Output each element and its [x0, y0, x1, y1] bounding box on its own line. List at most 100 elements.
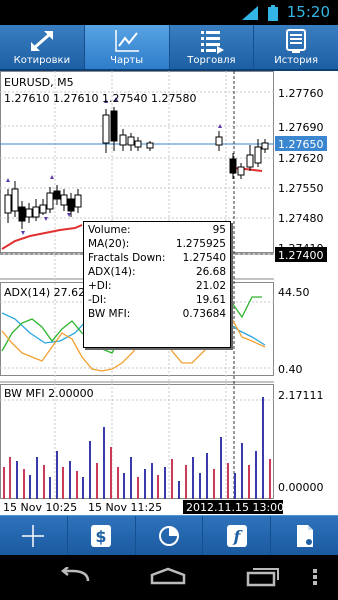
candlesticks: [4, 107, 269, 229]
candle: [261, 142, 269, 150]
pie-chart-icon: [158, 525, 179, 546]
indicators-button[interactable]: f: [203, 516, 272, 555]
info-value: 19.61: [195, 294, 226, 306]
tab-trade[interactable]: Торговля: [170, 25, 255, 69]
candle: [110, 110, 118, 142]
chart-line-icon: [114, 30, 139, 52]
info-label: Volume:: [88, 224, 131, 236]
info-label: ADX(14):: [88, 266, 136, 278]
info-value: 1.275925: [175, 238, 226, 250]
price-label: 1.27690: [278, 121, 324, 134]
overflow-menu-icon[interactable]: [312, 568, 318, 586]
time-label: 15 Nov 10:25: [3, 501, 77, 514]
new-order-button[interactable]: $: [68, 516, 136, 555]
price-label: 1.27760: [278, 87, 324, 100]
info-row: ADX(14): 26.68: [88, 265, 226, 279]
price-label: 1.27620: [278, 152, 324, 165]
info-row: BW MFI: 0.73684: [88, 307, 226, 321]
info-value: 95: [212, 224, 226, 236]
info-label: Fractals Down:: [88, 252, 166, 264]
price-label: 1.27480: [278, 212, 324, 225]
cursor-time-label: 2012.11.15 13:00: [186, 501, 284, 514]
candle: [60, 194, 68, 206]
info-value: 1.27540: [182, 252, 226, 264]
svg-text:$: $: [96, 527, 107, 546]
android-nav-bar: [0, 555, 338, 600]
tab-trade-label: Торговля: [187, 55, 236, 66]
crosshair-button[interactable]: [0, 516, 68, 555]
candle: [134, 140, 142, 148]
candle: [74, 194, 82, 208]
candle: [254, 146, 262, 164]
candle: [146, 142, 154, 149]
tab-history-label: История: [274, 55, 319, 66]
crosshair-icon: [22, 524, 45, 547]
cursor-price-label: 1.27400: [278, 249, 324, 262]
crosshair-info-box: Volume: 95 MA(20): 1.275925 Fractals Down:…: [83, 221, 231, 348]
info-value: 21.02: [195, 280, 226, 292]
document-icon: [296, 524, 313, 547]
recent-apps-icon[interactable]: [246, 567, 280, 587]
info-row: +DI: 21.02: [88, 279, 226, 293]
price-label: 1.27550: [278, 182, 324, 195]
battery-icon: [268, 5, 278, 21]
trade-list-icon: [201, 31, 225, 54]
current-price-label: 1.27650: [278, 138, 324, 151]
candle: [119, 134, 127, 146]
info-row: -DI: 19.61: [88, 293, 226, 307]
home-icon[interactable]: [150, 567, 186, 585]
tab-quotes[interactable]: Котировки: [0, 25, 85, 69]
info-row: Fractals Down: 1.27540: [88, 251, 226, 265]
tab-quotes-label: Котировки: [13, 55, 71, 66]
chart-area[interactable]: EURUSD, M5 1.27610 1.27610 1.27540 1.275…: [0, 71, 338, 515]
info-label: -DI:: [88, 294, 107, 306]
ma-line: [1, 224, 83, 250]
candle: [229, 158, 237, 174]
clock: 15:20: [286, 3, 330, 21]
adx-scale-label: 0.40: [278, 363, 303, 376]
time-label: 15 Nov 11:25: [88, 501, 162, 514]
bwmfi-header: BW MFI 2.00000: [4, 387, 94, 400]
info-label: BW MFI:: [88, 308, 131, 320]
tab-charts[interactable]: Чарты: [84, 25, 170, 69]
tab-history[interactable]: История: [254, 25, 338, 69]
candle: [67, 198, 75, 212]
back-icon[interactable]: [58, 567, 92, 587]
tab-charts-label: Чарты: [110, 55, 144, 66]
candle: [215, 136, 223, 146]
templates-button[interactable]: [271, 516, 338, 555]
ohlc-label: 1.27610 1.27610 1.27540 1.27580: [4, 92, 196, 105]
candle: [46, 192, 54, 210]
candle: [127, 136, 135, 146]
info-value: 0.73684: [182, 308, 226, 320]
signal-icon: [242, 6, 258, 20]
candle: [25, 208, 33, 218]
bwmfi-scale-label: 2.17111: [278, 389, 324, 402]
symbol-label: EURUSD, M5: [4, 76, 74, 89]
candle: [32, 206, 40, 218]
candle: [11, 188, 19, 212]
candle: [4, 194, 12, 214]
candle: [102, 114, 110, 144]
candle: [237, 166, 245, 176]
bottom-toolbar: $ f: [0, 515, 338, 555]
chart-type-button[interactable]: [136, 516, 204, 555]
candle: [18, 206, 26, 222]
info-label: MA(20):: [88, 238, 130, 250]
top-tabs: Котировки Чарты Торговля История: [0, 25, 338, 71]
candle: [246, 154, 254, 168]
status-bar: 15:20: [0, 0, 338, 25]
candle: [39, 204, 47, 214]
history-monitor-icon: [286, 29, 307, 53]
dollar-icon: $: [91, 524, 112, 547]
function-icon: f: [226, 524, 247, 547]
info-row: MA(20): 1.275925: [88, 237, 226, 251]
arrows-expand-icon: [30, 31, 53, 51]
candle: [53, 190, 61, 200]
info-value: 26.68: [195, 266, 226, 278]
adx-scale-label: 44.50: [278, 286, 310, 299]
info-label: +DI:: [88, 280, 112, 292]
bwmfi-bars: [3, 397, 271, 499]
info-row: Volume: 95: [88, 223, 226, 237]
bwmfi-scale-label: 0.00000: [278, 481, 324, 494]
